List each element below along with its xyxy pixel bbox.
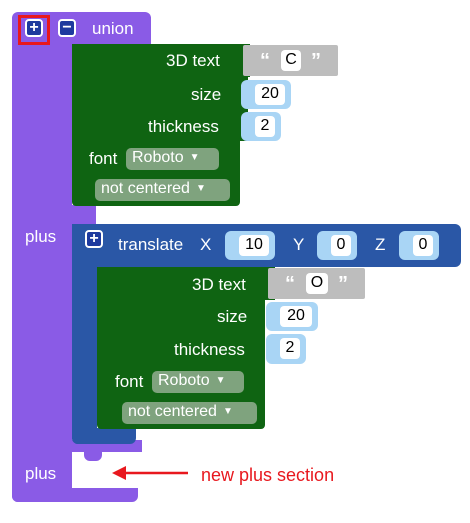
translate-label: translate: [118, 235, 184, 254]
annotation-arrow-icon: [112, 466, 188, 480]
add-plus-section-button[interactable]: +: [25, 19, 43, 37]
size-input-2[interactable]: 20: [280, 306, 312, 327]
align-dropdown-2[interactable]: not centered ▼: [122, 402, 257, 424]
size-label-2: size: [217, 307, 248, 326]
remove-plus-section-button[interactable]: −: [58, 19, 76, 37]
thickness-input-2[interactable]: 2: [280, 338, 300, 359]
open-quote-icon: “: [260, 50, 270, 72]
chevron-down-icon: ▼: [195, 183, 206, 194]
union-block-footer: [12, 488, 138, 502]
translate-mutator-button[interactable]: +: [85, 230, 103, 248]
font-dropdown-1[interactable]: Roboto ▼: [126, 148, 219, 170]
font-label-2: font: [115, 372, 144, 391]
align-dropdown-value-2: not centered: [128, 403, 217, 420]
chevron-down-icon: ▼: [189, 152, 200, 163]
annotation-text: new plus section: [201, 465, 335, 485]
translate-block-footer: [72, 428, 136, 444]
close-quote-icon: ”: [338, 273, 348, 295]
font-dropdown-2[interactable]: Roboto ▼: [152, 371, 244, 393]
thickness-input-1[interactable]: 2: [255, 116, 275, 137]
text3d-title-2: 3D text: [192, 275, 246, 294]
thickness-number-block-1[interactable]: 2: [241, 112, 281, 141]
text-value-input-2[interactable]: O: [306, 273, 328, 294]
close-quote-icon: ”: [311, 50, 321, 72]
thickness-label-2: thickness: [174, 340, 245, 359]
text3d-title-1: 3D text: [166, 51, 220, 70]
x-input[interactable]: 10: [239, 235, 269, 256]
open-quote-icon: “: [285, 273, 295, 295]
plus-label-2: plus: [25, 464, 57, 483]
font-dropdown-value-2: Roboto: [158, 372, 210, 389]
thickness-number-block-2[interactable]: 2: [266, 334, 306, 364]
text-value-input-1[interactable]: C: [281, 50, 301, 71]
string-block-1[interactable]: “ C ”: [243, 45, 338, 76]
font-dropdown-value-1: Roboto: [132, 149, 184, 166]
translate-block-spine[interactable]: [72, 224, 97, 444]
slot-notch: [84, 452, 102, 461]
x-label: X: [200, 235, 212, 254]
z-input[interactable]: 0: [413, 235, 433, 256]
thickness-label-1: thickness: [148, 117, 219, 136]
font-label-1: font: [89, 149, 118, 168]
y-number-block[interactable]: 0: [317, 231, 357, 260]
x-number-block[interactable]: 10: [225, 231, 275, 260]
chevron-down-icon: ▼: [222, 406, 233, 417]
plus-label-1: plus: [25, 227, 57, 246]
align-dropdown-value-1: not centered: [101, 180, 190, 197]
z-label: Z: [375, 235, 386, 254]
string-block-2[interactable]: “ O ”: [268, 268, 365, 299]
chevron-down-icon: ▼: [215, 375, 226, 386]
size-number-block-2[interactable]: 20: [266, 302, 318, 331]
y-label: Y: [293, 235, 305, 254]
y-input[interactable]: 0: [331, 235, 351, 256]
z-number-block[interactable]: 0: [399, 231, 439, 260]
align-dropdown-1[interactable]: not centered ▼: [95, 179, 230, 201]
size-input-1[interactable]: 20: [255, 84, 285, 105]
union-label: union: [92, 19, 134, 38]
size-label-1: size: [191, 85, 222, 104]
size-number-block-1[interactable]: 20: [241, 80, 291, 109]
union-block-spine[interactable]: [12, 44, 72, 502]
